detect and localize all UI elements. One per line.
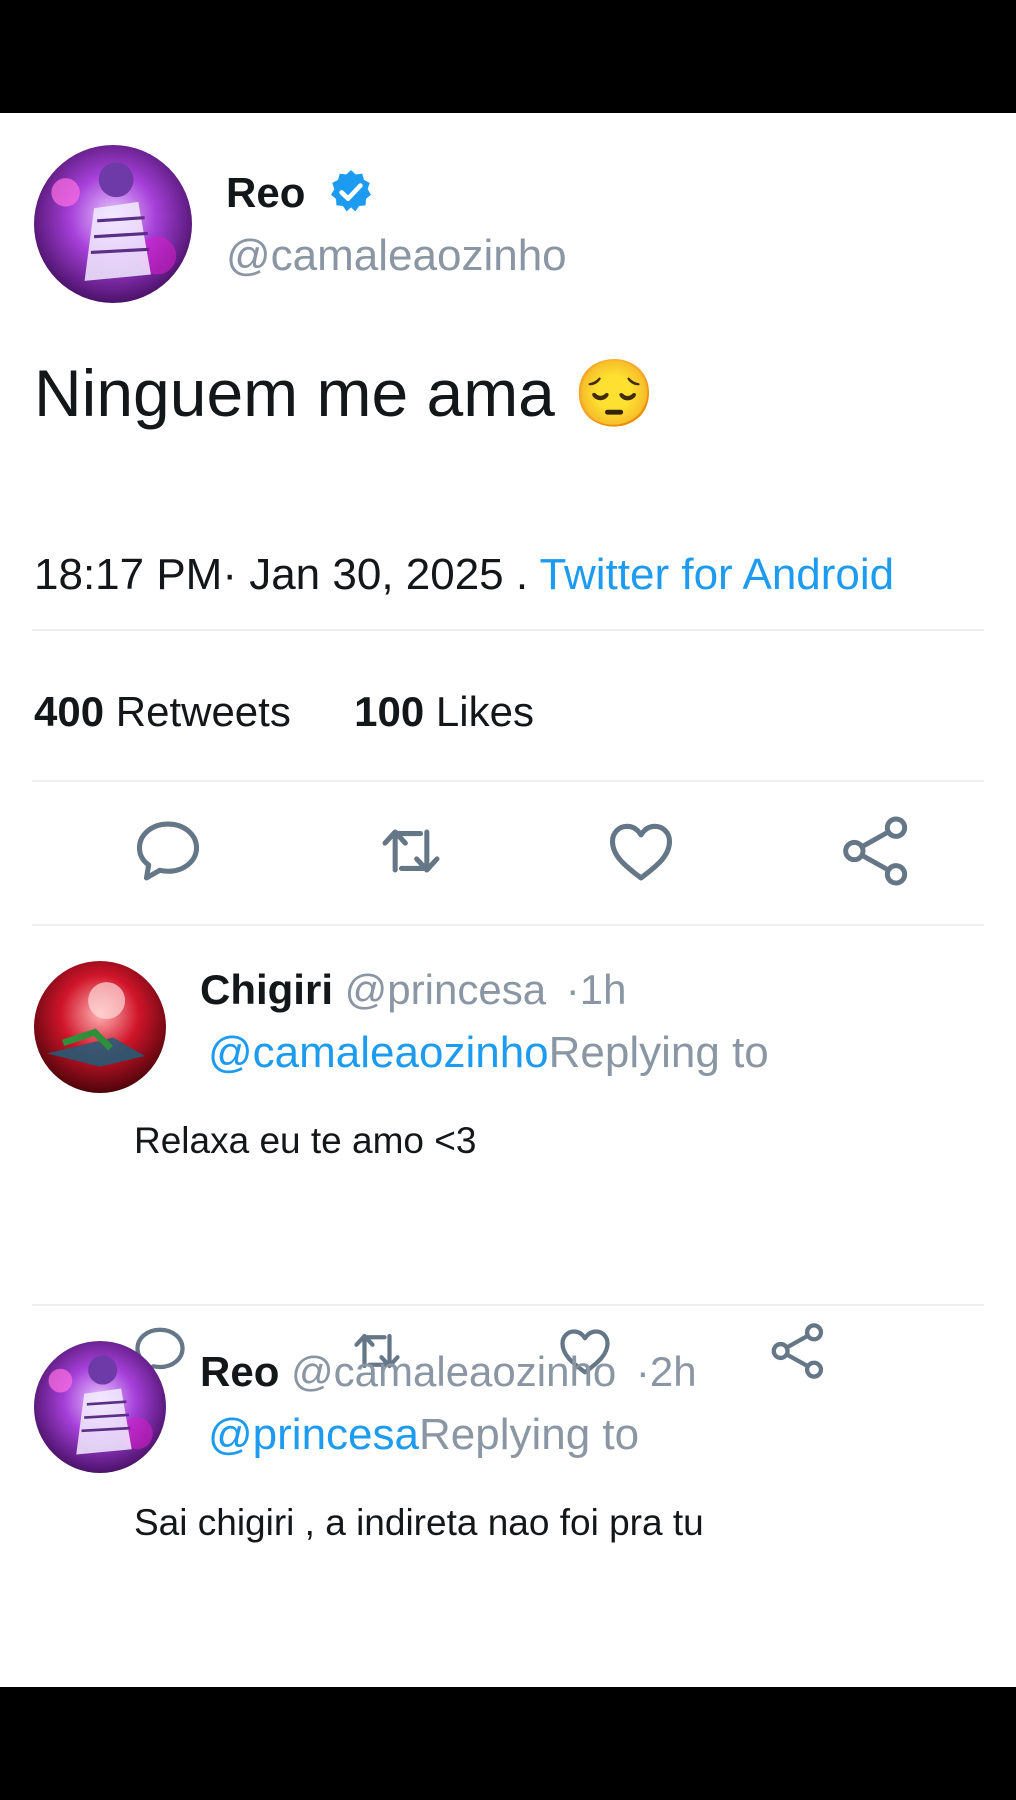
reply-text: Sai chigiri , a indireta nao foi pra tu xyxy=(134,1502,704,1543)
reply-handle[interactable]: @princesa xyxy=(345,966,546,1013)
likes-count: 100 xyxy=(354,688,425,735)
divider xyxy=(32,629,984,631)
author-name[interactable]: Reo xyxy=(226,169,305,217)
mention-link[interactable]: @camaleaozinho xyxy=(208,1028,549,1077)
reply-text: Relaxa eu te amo <3 xyxy=(134,1120,477,1161)
replying-to: @camaleaozinhoReplying to xyxy=(208,1027,769,1079)
tweet-text-line: Ninguem me ama 😔 xyxy=(34,353,655,433)
reply-time: ·1h xyxy=(565,966,627,1013)
likes-stat[interactable]: 100 Likes xyxy=(354,688,534,735)
bottom-black-bar xyxy=(0,1687,1016,1800)
divider xyxy=(32,924,984,926)
retweets-stat[interactable]: 400 Retweets xyxy=(34,688,303,735)
avatar-image xyxy=(34,145,192,303)
divider xyxy=(32,1304,984,1306)
tweet-meta: 18:17 PM· Jan 30, 2025 . Twitter for And… xyxy=(34,549,894,601)
tweet-time-date: 18:17 PM· Jan 30, 2025 . xyxy=(34,550,529,599)
reply-name[interactable]: Chigiri xyxy=(200,966,333,1013)
tweet-card: Reo @camaleaozinho Ninguem me ama 😔 18:1… xyxy=(0,113,1016,1761)
reply-avatar[interactable] xyxy=(34,1341,166,1473)
likes-label: Likes xyxy=(435,688,534,735)
divider xyxy=(32,780,984,782)
top-black-bar xyxy=(0,0,1016,113)
reply-icon[interactable] xyxy=(130,813,206,889)
tweet-stats: 400 Retweets 100 Likes xyxy=(34,687,534,737)
reply-name[interactable]: Reo xyxy=(200,1348,279,1395)
replying-to-label: Replying to xyxy=(548,1028,769,1077)
author-avatar[interactable] xyxy=(34,145,192,303)
retweets-count: 400 xyxy=(34,688,105,735)
mention-link[interactable]: @princesa xyxy=(208,1410,419,1459)
replying-to: @princesaReplying to xyxy=(208,1409,639,1461)
tweet-source-link[interactable]: Twitter for Android xyxy=(540,550,895,599)
tweet-text: Ninguem me ama xyxy=(34,356,555,430)
retweets-label: Retweets xyxy=(115,688,291,735)
pensive-face-emoji: 😔 xyxy=(573,356,656,430)
reply-handle[interactable]: @camaleaozinho xyxy=(291,1348,616,1395)
avatar-image xyxy=(34,1341,166,1473)
author-handle[interactable]: @camaleaozinho xyxy=(226,231,567,281)
replying-to-label: Replying to xyxy=(418,1410,640,1459)
like-icon[interactable] xyxy=(602,813,680,889)
share-icon[interactable] xyxy=(766,1319,830,1383)
retweet-icon[interactable] xyxy=(368,813,454,889)
share-icon[interactable] xyxy=(836,811,916,891)
reply-time: ·2h xyxy=(635,1348,697,1395)
reply-header: Reo @camaleaozinho ·2h xyxy=(200,1347,697,1397)
verified-badge-icon xyxy=(326,167,376,217)
reply-avatar[interactable] xyxy=(34,961,166,1093)
avatar-image xyxy=(34,961,166,1093)
reply-header: Chigiri @princesa ·1h xyxy=(200,965,626,1015)
